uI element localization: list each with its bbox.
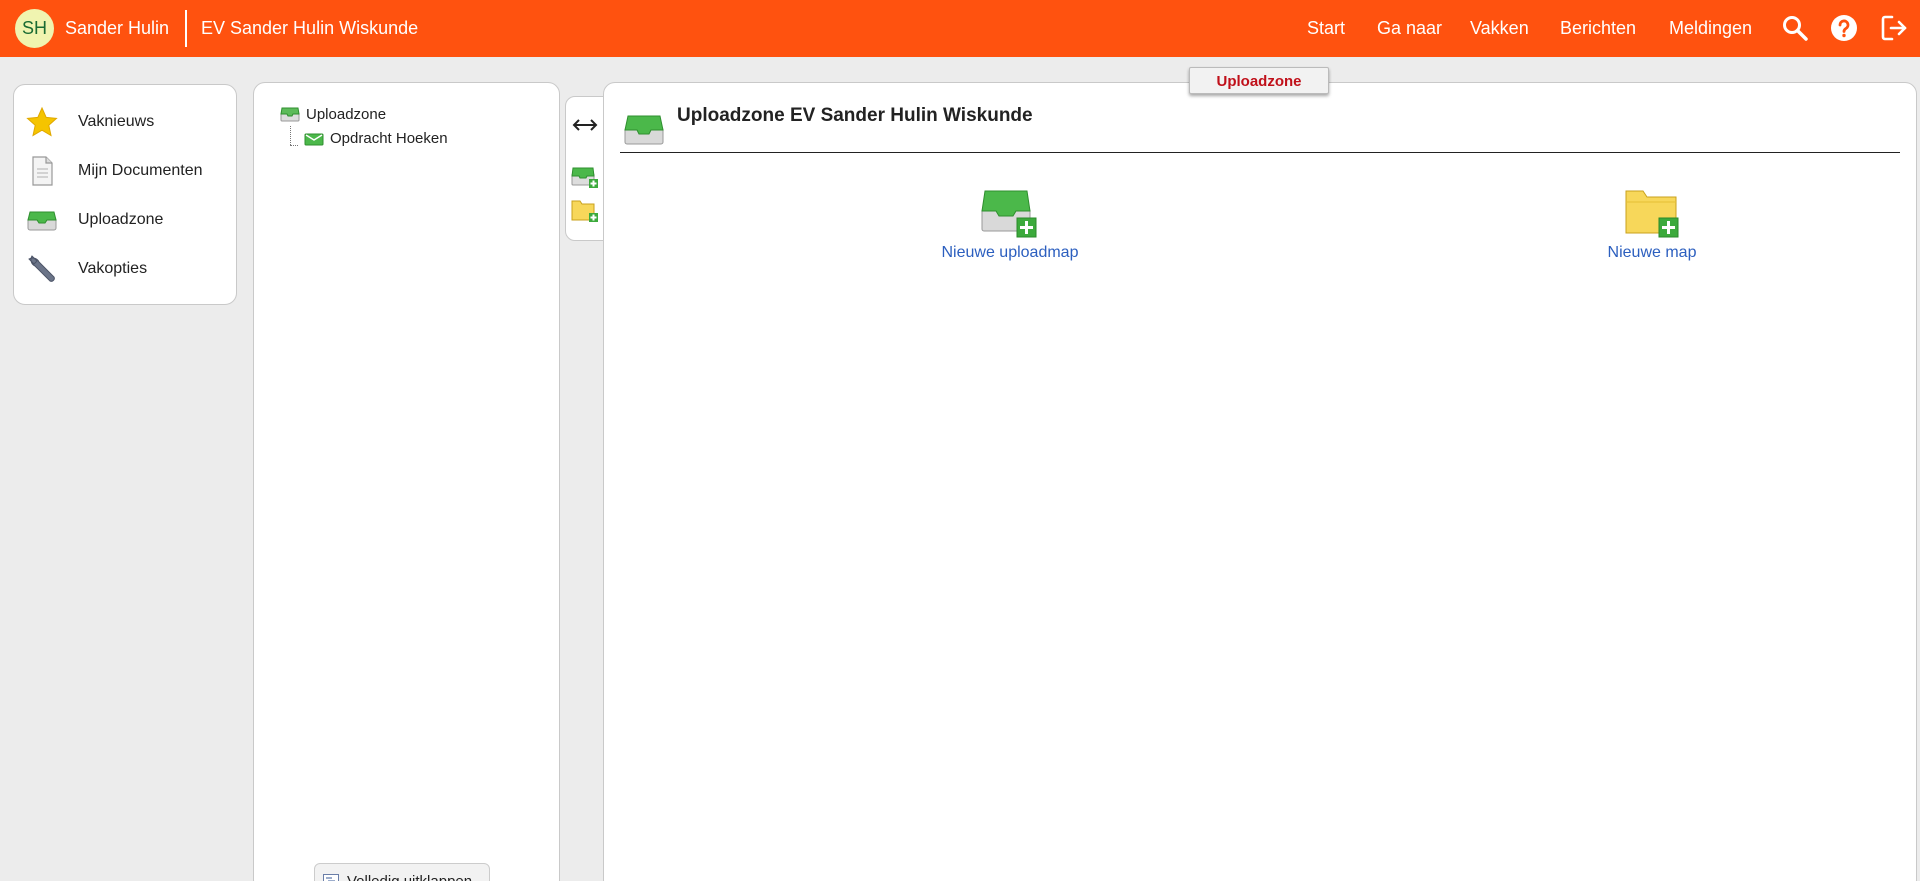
star-icon (26, 106, 58, 137)
nav-vakken[interactable]: Vakken (1470, 18, 1529, 39)
logout-icon[interactable] (1880, 14, 1908, 42)
nav-meldingen[interactable]: Meldingen (1669, 18, 1752, 39)
new-uploadfolder-icon (981, 190, 1037, 238)
menu-item-label: Vakopties (78, 260, 148, 277)
top-bar: SH Sander Hulin EV Sander Hulin Wiskunde… (0, 0, 1920, 57)
new-folder-label: Nieuwe map (1607, 244, 1697, 261)
user-name[interactable]: Sander Hulin (65, 18, 169, 39)
new-uploadfolder-action[interactable]: Nieuwe uploadmap (920, 187, 1100, 277)
inbox-icon (624, 115, 664, 145)
title-divider (620, 152, 1900, 153)
search-icon[interactable] (1781, 14, 1809, 42)
left-menu: Vaknieuws Mijn Documenten Uploadzone Vak… (13, 84, 237, 305)
section-tab-uploadzone[interactable]: Uploadzone (1189, 67, 1329, 94)
menu-item-vaknieuws[interactable]: Vaknieuws (14, 102, 236, 142)
tree-node-opdracht-hoeken[interactable]: Opdracht Hoeken (304, 129, 504, 149)
help-icon[interactable] (1830, 14, 1858, 42)
tree-panel: Uploadzone Opdracht Hoeken Volledig uitk… (253, 82, 560, 881)
expand-all-button[interactable]: Volledig uitklappen (314, 863, 490, 881)
new-folder-icon (1625, 190, 1679, 238)
wrench-icon (28, 255, 55, 282)
menu-item-mijn-documenten[interactable]: Mijn Documenten (14, 151, 236, 191)
main-panel: Uploadzone EV Sander Hulin Wiskunde Nieu… (603, 82, 1917, 881)
inbox-icon (280, 107, 300, 122)
course-title[interactable]: EV Sander Hulin Wiskunde (201, 18, 418, 39)
menu-item-label: Vaknieuws (78, 113, 155, 130)
new-uploadfolder-label: Nieuwe uploadmap (941, 244, 1079, 261)
document-icon (32, 156, 53, 186)
nav-start[interactable]: Start (1307, 18, 1345, 39)
title-divider (185, 10, 187, 47)
expand-all-label: Volledig uitklappen (347, 873, 472, 881)
new-folder-icon[interactable] (570, 197, 600, 225)
tree-connector (290, 126, 291, 145)
tree-node-uploadzone[interactable]: Uploadzone (280, 105, 480, 125)
menu-item-label: Uploadzone (78, 211, 164, 228)
avatar[interactable]: SH (15, 9, 54, 48)
new-uploadfolder-icon[interactable] (570, 163, 600, 191)
nav-berichten[interactable]: Berichten (1560, 18, 1636, 39)
inbox-icon (27, 211, 57, 231)
nav-ga-naar[interactable]: Ga naar (1377, 18, 1442, 39)
menu-item-vakopties[interactable]: Vakopties (14, 249, 236, 289)
side-toolbar (565, 96, 605, 241)
new-folder-action[interactable]: Nieuwe map (1562, 187, 1742, 277)
resize-arrows-icon[interactable] (570, 111, 600, 139)
menu-item-uploadzone[interactable]: Uploadzone (14, 200, 236, 240)
tree-node-label: Opdracht Hoeken (330, 130, 448, 147)
page-title: Uploadzone EV Sander Hulin Wiskunde (677, 105, 1033, 126)
menu-item-label: Mijn Documenten (78, 162, 203, 179)
tree-connector (290, 145, 298, 146)
tree-expand-icon (323, 874, 339, 881)
inbox-icon (304, 133, 324, 146)
tree-node-label: Uploadzone (306, 106, 387, 123)
